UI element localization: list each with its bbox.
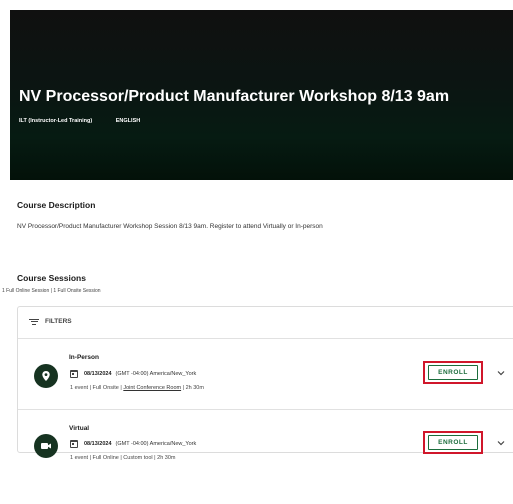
chevron-down-icon[interactable] (496, 438, 506, 448)
course-hero-banner: NV Processor/Product Manufacturer Worksh… (10, 10, 513, 180)
session-meta: 1 event | Full Onsite | Joint Conference… (70, 385, 204, 391)
sessions-panel: FILTERS In-Person 08/13/2024 (GMT -04:00… (17, 306, 513, 461)
location-pin-icon (34, 364, 58, 388)
session-type-label: In-Person (69, 354, 99, 361)
filter-icon (29, 318, 39, 325)
enroll-button[interactable]: ENROLL (428, 365, 478, 380)
course-sessions-heading: Course Sessions (17, 273, 86, 283)
session-timezone: (GMT -04:00) America/New_York (115, 441, 197, 447)
enroll-button[interactable]: ENROLL (428, 435, 478, 450)
course-description-text: NV Processor/Product Manufacturer Worksh… (17, 223, 323, 230)
course-title: NV Processor/Product Manufacturer Worksh… (19, 88, 450, 105)
session-timezone: (GMT -04:00) America/New_York (115, 371, 197, 377)
course-description-heading: Course Description (17, 200, 96, 210)
enroll-highlight: ENROLL (423, 361, 483, 384)
calendar-icon (70, 440, 78, 448)
course-tags: ILT (Instructor-Led Training) ENGLISH (19, 118, 162, 124)
session-date: 08/13/2024 (84, 441, 112, 447)
divider (18, 338, 513, 339)
session-meta-prefix: 1 event | Full Onsite | (70, 385, 124, 391)
enroll-highlight: ENROLL (423, 431, 483, 454)
session-meta-suffix: | 2h 30m (181, 385, 204, 391)
video-camera-icon (34, 434, 58, 458)
session-meta: 1 event | Full Online | Custom tool | 2h… (70, 455, 176, 461)
session-date: 08/13/2024 (84, 371, 112, 377)
session-date-line: 08/13/2024 (GMT -04:00) America/New_York (70, 370, 196, 378)
session-type-label: Virtual (69, 425, 90, 432)
calendar-icon (70, 370, 78, 378)
filters-label: FILTERS (45, 318, 72, 325)
chevron-down-icon[interactable] (496, 368, 506, 378)
location-link[interactable]: Joint Conference Room (123, 385, 181, 391)
filters-toggle[interactable]: FILTERS (29, 318, 72, 325)
course-sessions-summary: 1 Full Online Session | 1 Full Onsite Se… (2, 288, 101, 294)
session-date-line: 08/13/2024 (GMT -04:00) America/New_York (70, 440, 196, 448)
tag-language: ENGLISH (115, 118, 141, 124)
tag-training-type: ILT (Instructor-Led Training) (19, 118, 93, 124)
divider (18, 409, 513, 410)
